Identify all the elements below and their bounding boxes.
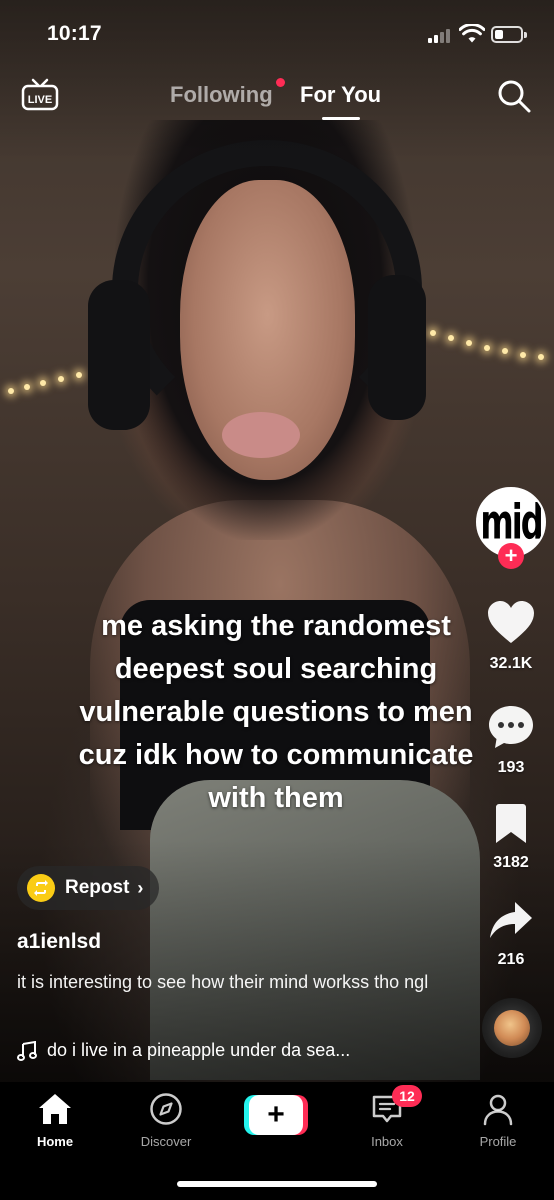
username[interactable]: a1ienlsd xyxy=(17,930,101,954)
create-button[interactable]: + xyxy=(244,1095,308,1135)
share-count: 216 xyxy=(497,951,525,968)
battery-level xyxy=(495,30,503,39)
live-tv-icon: LIVE xyxy=(21,78,59,111)
headphone-cup-right xyxy=(368,275,426,420)
compass-icon xyxy=(150,1093,182,1125)
headphone-cup-left xyxy=(88,280,150,430)
video-caption: me asking the randomest deepest soul sea… xyxy=(78,610,474,814)
inbox-badge: 12 xyxy=(392,1085,422,1107)
comment-button[interactable]: 193 xyxy=(478,704,544,777)
share-button[interactable]: 216 xyxy=(478,900,544,969)
repost-button[interactable]: Repost › xyxy=(17,866,160,910)
post-description: it is interesting to see how their mind … xyxy=(17,972,429,992)
music-info[interactable]: do i live in a pineapple under da sea... xyxy=(17,1040,350,1061)
repost-label: Repost xyxy=(65,877,130,898)
active-tab-indicator xyxy=(322,117,360,120)
search-icon xyxy=(498,80,531,113)
avatar-text: mid xyxy=(480,493,543,551)
music-title: do i live in a pineapple under da sea... xyxy=(47,1040,351,1060)
comment-icon xyxy=(489,706,533,748)
profile-icon xyxy=(483,1094,513,1126)
status-time: 10:17 xyxy=(47,22,102,45)
battery-icon xyxy=(491,26,527,43)
nav-profile[interactable]: Profile xyxy=(453,1092,543,1149)
wifi-icon xyxy=(459,24,485,43)
live-button[interactable]: LIVE xyxy=(20,78,60,112)
nav-discover[interactable]: Discover xyxy=(121,1092,211,1149)
follow-plus-icon[interactable]: + xyxy=(498,543,524,569)
bookmark-button[interactable]: 3182 xyxy=(478,803,544,872)
nav-inbox-label: Inbox xyxy=(371,1134,403,1149)
search-button[interactable] xyxy=(496,78,532,114)
nav-profile-label: Profile xyxy=(479,1134,517,1149)
like-button[interactable]: 32.1K xyxy=(478,600,544,673)
nav-home-label: Home xyxy=(36,1134,74,1149)
video-player[interactable] xyxy=(0,0,554,1082)
create-plus-icon: + xyxy=(249,1095,303,1135)
repost-icon xyxy=(27,874,55,902)
bookmark-icon xyxy=(496,804,526,843)
home-icon xyxy=(39,1094,71,1124)
music-disc-cover xyxy=(494,1010,530,1046)
comment-count: 193 xyxy=(497,759,525,776)
following-notification-dot xyxy=(276,78,285,87)
share-icon xyxy=(490,902,532,938)
live-label: LIVE xyxy=(28,94,52,106)
music-disc-icon[interactable] xyxy=(482,998,542,1058)
cellular-signal-icon xyxy=(428,27,454,43)
nav-discover-label: Discover xyxy=(140,1134,192,1149)
like-count: 32.1K xyxy=(489,655,533,672)
tab-following[interactable]: Following xyxy=(170,82,273,108)
nav-home[interactable]: Home xyxy=(10,1092,100,1149)
music-note-icon xyxy=(17,1040,37,1061)
tab-for-you[interactable]: For You xyxy=(300,82,381,108)
home-indicator xyxy=(177,1181,377,1187)
status-bar: 10:17 xyxy=(0,0,554,70)
chevron-right-icon: › xyxy=(137,877,144,898)
creator-avatar-button[interactable]: mid + xyxy=(476,487,546,569)
heart-icon xyxy=(488,601,534,643)
bookmark-count: 3182 xyxy=(493,854,529,871)
